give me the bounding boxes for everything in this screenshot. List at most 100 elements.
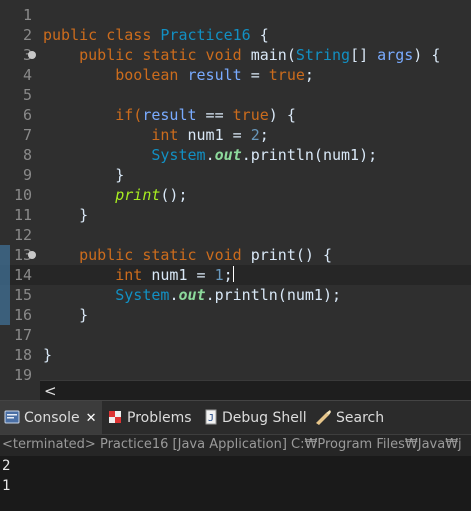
code-line: 12 [0,225,471,245]
token-local-variable: num1 [151,266,188,284]
code-line: 3 public static void main(String[] args)… [0,45,471,65]
current-code-line: 14 int num1 = 1; [0,265,471,285]
token-method-name: print [250,246,296,264]
code-line: 6 if(result == true) { [0,105,471,125]
code-line: 5 [0,85,471,105]
code-line: 7 int num1 = 2; [0,125,471,145]
line-gutter: 6 [0,105,34,125]
tab-problems-label: Problems [127,410,192,426]
token-static-field: out [214,146,242,164]
close-icon[interactable]: ✕ [86,411,97,426]
token-punct: ; [259,126,269,144]
token-punct: = [187,266,215,284]
line-gutter: 16 [0,305,34,325]
code-line: 9 } [0,165,471,185]
code-text[interactable]: } [43,346,52,364]
code-text[interactable]: } [43,306,88,324]
line-number: 4 [22,66,32,84]
code-text[interactable]: int num1 = 2; [43,126,269,144]
token-punct: ; [223,266,233,284]
line-number: 2 [22,26,32,44]
line-number: 10 [13,186,32,204]
code-line: 19 [0,365,471,380]
code-line: 2 public class Practice16 { [0,25,471,45]
token-local-variable: num1 [322,146,360,164]
token-keyword: int [43,126,188,144]
line-number: 12 [13,226,32,244]
line-gutter: 10 [0,185,34,205]
console-icon [4,410,20,427]
code-editor[interactable]: 1 2 public class Practice16 { 3 public s… [0,0,471,380]
fold-collapse-icon[interactable] [28,251,36,259]
code-text[interactable]: public static void main(String[] args) { [43,46,440,64]
token-variable: result [187,66,242,84]
line-gutter: 4 [0,65,34,85]
line-number: 14 [13,266,32,284]
line-gutter: 11 [0,205,34,225]
search-icon [314,409,332,428]
tab-search[interactable]: Search [314,401,384,435]
fold-collapse-icon[interactable] [28,51,36,59]
token-punct: == [196,106,233,124]
tab-console[interactable]: Console ✕ [0,401,103,435]
token-punct: { [250,26,269,44]
line-number: 7 [22,126,32,144]
line-gutter: 13 [0,245,36,265]
code-text[interactable]: } [43,166,124,184]
code-text[interactable]: public static void print() { [43,246,332,264]
token-keyword: public class [43,26,161,44]
code-text[interactable]: } [43,206,88,224]
code-text[interactable]: System.out.println(num1); [43,146,377,164]
line-gutter: 8 [0,145,34,165]
token-punct: } [43,346,53,364]
code-text[interactable]: if(result == true) { [43,106,296,124]
token-punct: ) { [268,106,296,124]
line-gutter: 18 [0,345,34,365]
token-punct: ); [322,286,342,304]
line-number: 15 [13,286,32,304]
line-gutter: 19 [0,365,34,380]
line-gutter: 3 [0,45,36,65]
svg-text:J: J [208,413,214,424]
token-keyword: boolean [43,66,188,84]
horizontal-scrollbar[interactable]: < [40,380,471,400]
token-static-field: out [178,286,206,304]
token-method-name: main [250,46,287,64]
console-output-line: 1 [2,478,11,494]
debug-shell-icon: J [204,409,218,428]
line-number: 8 [22,146,32,164]
code-text[interactable]: boolean result = true; [43,66,314,84]
token-punct: ); [359,146,378,164]
tab-problems[interactable]: Problems [107,401,192,435]
code-line: 1 [0,5,471,25]
token-class-name: Practice16 [160,26,251,44]
token-variable: result [142,106,197,124]
line-number: 18 [13,346,32,364]
scroll-left-icon[interactable]: < [44,382,57,400]
code-line: 17 [0,325,471,345]
code-text[interactable]: print(); [43,186,187,204]
line-number: 6 [22,106,32,124]
line-gutter: 15 [0,285,34,305]
tab-debug-shell[interactable]: J Debug Shell [204,401,307,435]
token-class-name: String [295,46,351,64]
code-text[interactable]: int num1 = 1; [43,266,234,284]
line-gutter: 1 [0,5,34,25]
code-text[interactable]: public class Practice16 { [43,26,269,44]
token-punct: ) { [413,46,441,64]
code-line: 10 print(); [0,185,471,205]
console-output[interactable]: 2 1 [0,456,471,511]
line-gutter: 7 [0,125,34,145]
line-gutter: 9 [0,165,34,185]
line-number: 16 [13,306,32,324]
token-punct: () { [295,246,332,264]
line-gutter: 14 [0,265,34,285]
console-output-line: 2 [2,458,11,474]
token-number: 2 [250,126,260,144]
line-gutter: 5 [0,85,34,105]
token-static-method-call: print [115,186,161,204]
line-number: 11 [13,206,32,224]
code-text[interactable]: System.out.println(num1); [43,286,341,304]
